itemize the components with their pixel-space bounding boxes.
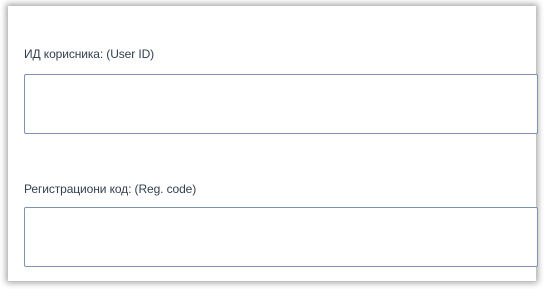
- login-form-panel: ИД корисника: (User ID) Регистрациони ко…: [8, 6, 538, 281]
- user-id-input[interactable]: [24, 74, 538, 134]
- user-id-label: ИД корисника: (User ID): [24, 47, 155, 61]
- reg-code-input[interactable]: [24, 207, 538, 267]
- reg-code-label: Регистрациони код: (Reg. code): [24, 182, 197, 196]
